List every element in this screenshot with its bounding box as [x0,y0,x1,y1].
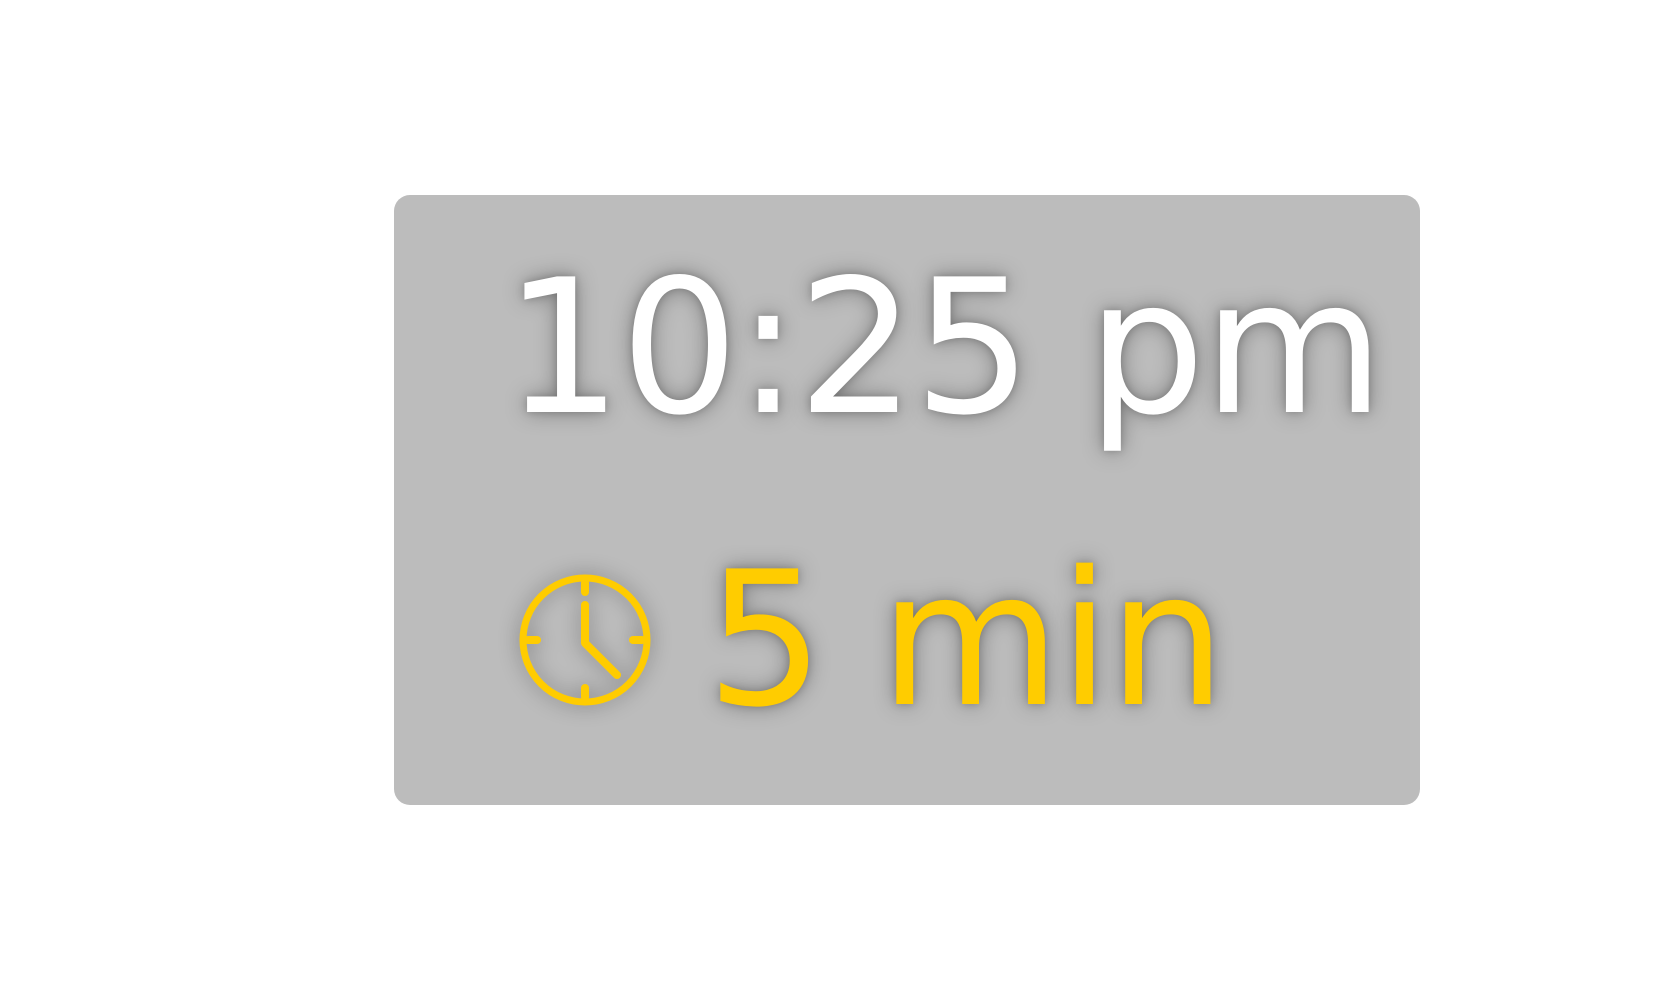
eta-row: 5 min [514,547,1226,733]
current-time: 10:25 pm [504,239,1384,456]
time-eta-card: 10:25 pm 5 min [394,195,1420,805]
eta-value: 5 [706,531,824,748]
clock-icon [514,569,656,711]
eta-label: 5 min [706,547,1226,733]
eta-unit: min [879,531,1226,748]
